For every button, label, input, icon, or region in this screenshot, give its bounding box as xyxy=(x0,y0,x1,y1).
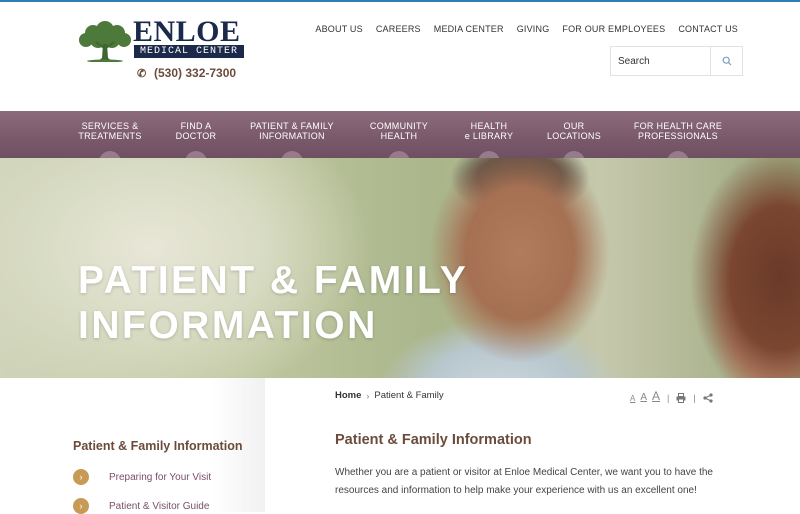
breadcrumb-home[interactable]: Home xyxy=(335,390,361,401)
tool-divider: | xyxy=(693,393,696,403)
font-size-medium-button[interactable]: A xyxy=(640,392,647,403)
nav-label-line2: INFORMATION xyxy=(259,131,325,141)
chevron-right-icon: › xyxy=(73,469,89,485)
tree-logo-icon xyxy=(79,21,131,62)
nav-label-line1: FOR HEALTH CARE xyxy=(633,121,723,131)
nav-label-line2: PROFESSIONALS xyxy=(638,131,718,141)
nav-label-line1: HEALTH xyxy=(470,121,508,131)
font-size-small-button[interactable]: A xyxy=(630,394,635,403)
nav-label-line2: TREATMENTS xyxy=(78,131,142,141)
sidebar-item-preparing-for-your-visit[interactable]: › Preparing for Your Visit xyxy=(73,469,211,485)
nav-community-health[interactable]: COMMUNITY HEALTH xyxy=(366,121,432,141)
hero-title-line2: INFORMATION xyxy=(78,304,378,347)
font-size-large-button[interactable]: A xyxy=(652,389,660,403)
nav-label-line1: PATIENT & FAMILY xyxy=(250,121,334,131)
nav-find-a-doctor[interactable]: FIND A DOCTOR xyxy=(170,121,222,141)
sidebar-title: Patient & Family Information xyxy=(73,439,243,453)
hero-title-line1: PATIENT & FAMILY xyxy=(78,259,469,302)
nav-our-locations[interactable]: OUR LOCATIONS xyxy=(544,121,604,141)
hero-title: PATIENT & FAMILY INFORMATION xyxy=(78,258,468,348)
nav-label-line2: e LIBRARY xyxy=(464,131,514,141)
content-title: Patient & Family Information xyxy=(335,432,532,448)
tool-divider: | xyxy=(667,393,670,403)
breadcrumb: Home › Patient & Family xyxy=(335,390,444,401)
hero-banner: PATIENT & FAMILY INFORMATION xyxy=(0,158,800,378)
nav-label-line2: DOCTOR xyxy=(175,131,217,141)
nav-label-line1: SERVICES & xyxy=(81,121,139,131)
printer-icon[interactable] xyxy=(676,393,686,403)
phone-number[interactable]: ✆ (530) 332-7300 xyxy=(137,66,236,80)
util-link-about-us[interactable]: ABOUT US xyxy=(315,24,362,34)
sidebar-item-label: Preparing for Your Visit xyxy=(109,471,212,483)
nav-label-line2: LOCATIONS xyxy=(546,131,602,141)
nav-for-health-care-professionals[interactable]: FOR HEALTH CARE PROFESSIONALS xyxy=(632,121,724,141)
phone-icon: ✆ xyxy=(137,68,147,80)
utility-nav: ABOUT US CAREERS MEDIA CENTER GIVING FOR… xyxy=(315,24,738,34)
util-link-media-center[interactable]: MEDIA CENTER xyxy=(434,24,504,34)
enloe-logo[interactable]: ENLOE MEDICAL CENTER xyxy=(78,15,248,62)
search-icon xyxy=(722,56,731,66)
nav-label-line2: HEALTH xyxy=(380,131,418,141)
search-box xyxy=(610,46,743,76)
util-link-giving[interactable]: GIVING xyxy=(517,24,550,34)
nav-patient-family-information[interactable]: PATIENT & FAMILY INFORMATION xyxy=(247,121,337,141)
site-header: ENLOE MEDICAL CENTER ✆ (530) 332-7300 ABO… xyxy=(0,2,800,111)
search-button[interactable] xyxy=(710,47,742,75)
logo-subtitle: MEDICAL CENTER xyxy=(134,45,244,58)
nav-label-line1: COMMUNITY xyxy=(369,121,429,131)
phone-text: (530) 332-7300 xyxy=(154,66,237,80)
content-intro: Whether you are a patient or visitor at … xyxy=(335,467,713,496)
util-link-for-our-employees[interactable]: FOR OUR EMPLOYEES xyxy=(562,24,665,34)
page-tools: A A A | | xyxy=(630,389,713,403)
nav-health-e-library[interactable]: HEALTH e LIBRARY xyxy=(460,121,518,141)
sidebar: Patient & Family Information › Preparing… xyxy=(0,378,265,514)
util-link-contact-us[interactable]: CONTACT US xyxy=(678,24,738,34)
sidebar-item-label: Patient & Visitor Guide xyxy=(109,500,210,512)
main-nav: SERVICES & TREATMENTS FIND A DOCTOR PATI… xyxy=(0,111,800,162)
nav-label-line1: OUR xyxy=(563,121,585,131)
nav-services-treatments[interactable]: SERVICES & TREATMENTS xyxy=(74,121,146,141)
chevron-right-icon: › xyxy=(366,390,370,401)
nav-label-line1: FIND A xyxy=(180,121,212,131)
util-link-careers[interactable]: CAREERS xyxy=(376,24,421,34)
breadcrumb-current: Patient & Family xyxy=(374,390,444,401)
search-input[interactable] xyxy=(611,47,711,75)
share-icon[interactable] xyxy=(703,393,713,403)
logo-wordmark: ENLOE xyxy=(133,15,241,48)
